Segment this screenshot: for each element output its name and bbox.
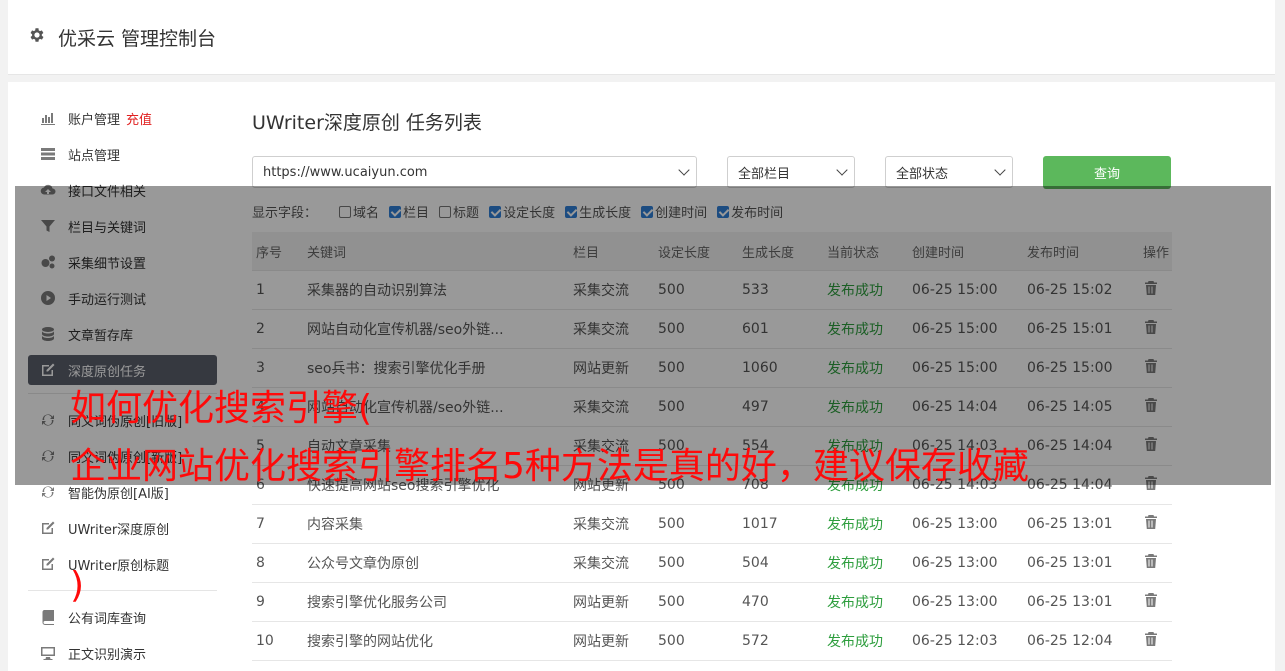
table-row: 7 内容采集 采集交流 500 1017 发布成功 06-25 13:00 06-25 13:…: [252, 505, 1172, 544]
status-badge: 发布成功: [827, 634, 883, 650]
sidebar-item-sites[interactable]: 站点管理: [28, 136, 217, 172]
table-cell: 500: [658, 555, 685, 571]
status-badge: 发布成功: [827, 595, 883, 611]
table-cell: 采集交流: [573, 517, 629, 533]
chevron-down-icon: [678, 164, 690, 176]
recharge-link[interactable]: 充值: [126, 109, 152, 128]
bar-chart-icon: [39, 110, 56, 127]
refresh-icon: [39, 484, 56, 501]
trash-icon: [1145, 515, 1157, 529]
delete-button[interactable]: [1139, 592, 1172, 612]
status-select-value: 全部状态: [896, 166, 949, 182]
table-row: 10 搜索引擎的网站优化 网站更新 500 572 发布成功 06-25 12:03 06-2…: [252, 622, 1172, 661]
status-badge: 发布成功: [827, 517, 883, 533]
table-cell: 公众号文章伪原创: [307, 556, 419, 572]
chevron-down-icon: [836, 164, 848, 176]
table-cell: 采集交流: [573, 556, 629, 572]
monitor-icon: [39, 645, 56, 662]
query-button[interactable]: 查询: [1043, 156, 1171, 189]
trash-icon: [1145, 593, 1157, 607]
sidebar-item-label: 公有词库查询: [68, 611, 147, 627]
table-cell: 470: [742, 594, 769, 610]
sidebar-item-uwriter-title[interactable]: UWriter原创标题: [28, 546, 217, 582]
edit-icon: [39, 520, 56, 537]
table-cell: 06-25 12:04: [1027, 633, 1113, 649]
status-badge: 发布成功: [827, 556, 883, 572]
table-cell: 10: [256, 633, 274, 649]
table-cell: 8: [256, 555, 265, 571]
site-select-value: https://www.ucaiyun.com: [263, 164, 428, 180]
delete-button[interactable]: [1139, 514, 1172, 534]
table-cell: 504: [742, 555, 769, 571]
edit-icon: [39, 556, 56, 573]
sidebar-item-label: UWriter深度原创: [68, 522, 170, 538]
table-cell: 572: [742, 633, 769, 649]
sidebar-item-uwriter-original[interactable]: UWriter深度原创: [28, 510, 217, 546]
sidebar-item-label: 站点管理: [68, 148, 121, 164]
table-cell: 06-25 13:01: [1027, 516, 1113, 532]
table-cell: 搜索引擎优化服务公司: [307, 595, 447, 611]
book-icon: [39, 609, 56, 626]
app-title: 优采云 管理控制台: [58, 28, 217, 50]
chevron-down-icon: [994, 164, 1006, 176]
table-cell: 网站更新: [573, 595, 629, 611]
sidebar-divider: [28, 590, 217, 591]
table-cell: 网站更新: [573, 634, 629, 650]
table-cell: 500: [658, 516, 685, 532]
table-cell: 9: [256, 594, 265, 610]
sidebar-item-account[interactable]: 账户管理 充值: [28, 100, 217, 136]
table-cell: 06-25 13:01: [1027, 555, 1113, 571]
status-select[interactable]: 全部状态: [885, 156, 1013, 188]
table-cell: 7: [256, 516, 265, 532]
gear-icon: [30, 28, 44, 42]
table-cell: 06-25 13:00: [912, 594, 998, 610]
table-cell: 500: [658, 633, 685, 649]
sidebar-item-label: 账户管理: [68, 112, 121, 128]
column-select-value: 全部栏目: [738, 166, 791, 182]
sidebar-item-text-recognition[interactable]: 正文识别演示: [28, 635, 217, 671]
table-cell: 06-25 13:00: [912, 555, 998, 571]
server-icon: [39, 146, 56, 163]
overlay-title-line1: 如何优化搜索引擎(: [70, 388, 373, 429]
table-cell: 500: [658, 594, 685, 610]
table-cell: 06-25 12:03: [912, 633, 998, 649]
table-row: 8 公众号文章伪原创 采集交流 500 504 发布成功 06-25 13:00 06-25 …: [252, 544, 1172, 583]
delete-button[interactable]: [1139, 631, 1172, 651]
table-cell: 1017: [742, 516, 778, 532]
sidebar-item-public-lexicon[interactable]: 公有词库查询: [28, 599, 217, 635]
table-cell: 06-25 13:00: [912, 516, 998, 532]
overlay-title-line2: 企业网站优化搜索引擎排名5种方法是真的好，建议保存收藏: [70, 446, 1029, 487]
table-cell: 搜索引擎的网站优化: [307, 634, 433, 650]
trash-icon: [1145, 554, 1157, 568]
trash-icon: [1145, 632, 1157, 646]
table-cell: 内容采集: [307, 517, 363, 533]
table-row: 9 搜索引擎优化服务公司 网站更新 500 470 发布成功 06-25 13:00 06-2…: [252, 583, 1172, 622]
delete-button[interactable]: [1139, 553, 1172, 573]
image-overlay: [15, 186, 1271, 485]
column-select[interactable]: 全部栏目: [727, 156, 855, 188]
sidebar-item-label: 正文识别演示: [68, 647, 147, 663]
table-cell: 06-25 13:01: [1027, 594, 1113, 610]
top-header: 优采云 管理控制台: [8, 0, 1275, 75]
site-select[interactable]: https://www.ucaiyun.com: [252, 156, 697, 188]
page-title: UWriter深度原创 任务列表: [252, 112, 482, 134]
overlay-title-line3: ): [70, 565, 85, 606]
